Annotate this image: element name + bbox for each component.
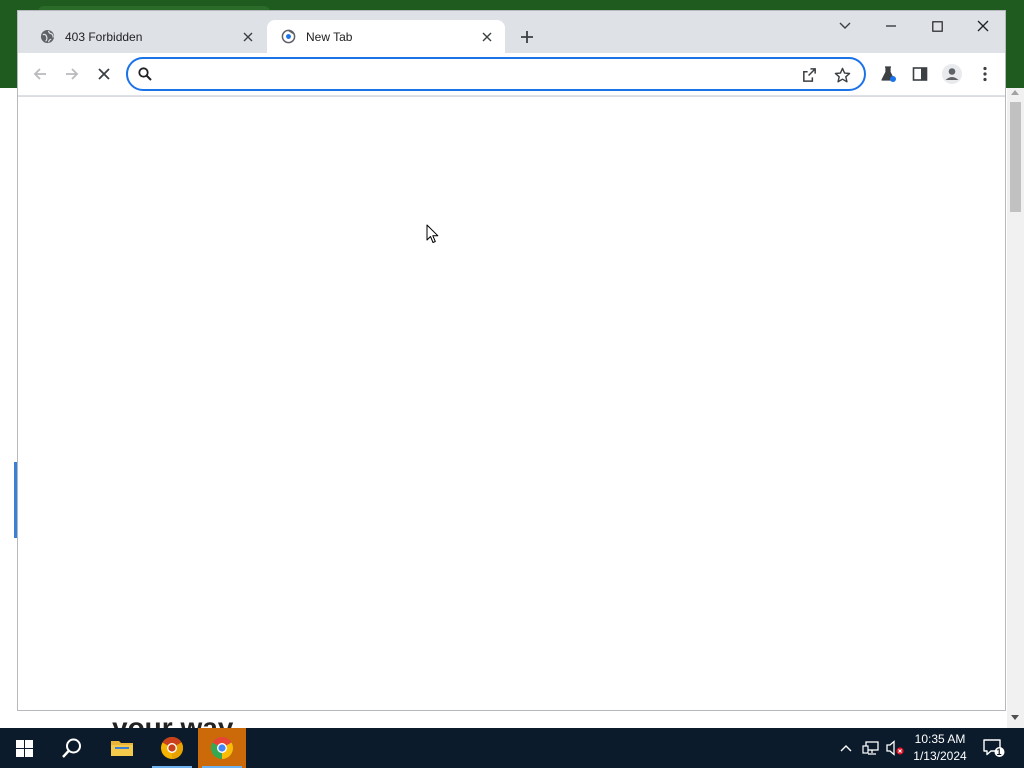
volume-muted-icon[interactable] xyxy=(884,728,906,768)
taskbar-chrome[interactable] xyxy=(198,728,246,768)
show-hidden-icons-button[interactable] xyxy=(836,728,856,768)
clock-time: 10:35 AM xyxy=(914,732,966,746)
action-center-button[interactable]: 1 xyxy=(980,728,1008,768)
chrome-canary-icon xyxy=(161,737,183,759)
notification-badge: 1 xyxy=(996,747,1002,757)
start-button[interactable] xyxy=(0,728,48,768)
share-icon[interactable] xyxy=(798,64,820,86)
taskbar-file-explorer[interactable] xyxy=(98,728,146,768)
bookmark-star-icon[interactable] xyxy=(831,64,853,86)
tab-403-forbidden[interactable]: 403 Forbidden xyxy=(26,20,266,53)
maximize-button[interactable] xyxy=(914,11,960,41)
address-bar[interactable] xyxy=(126,57,866,91)
new-tab-button[interactable] xyxy=(516,26,538,48)
tab-strip: 403 Forbidden New Tab xyxy=(18,11,1005,53)
background-page-left-edge xyxy=(0,88,18,728)
scrollbar-thumb[interactable] xyxy=(1010,102,1021,212)
scroll-down-arrow-icon[interactable] xyxy=(1011,715,1019,720)
tab-search-button[interactable] xyxy=(822,11,868,41)
browser-window: 403 Forbidden New Tab xyxy=(17,10,1006,711)
search-icon xyxy=(62,738,81,758)
tab-title: 403 Forbidden xyxy=(65,29,143,44)
browser-toolbar xyxy=(18,53,1005,95)
network-icon[interactable] xyxy=(860,728,882,768)
close-tab-icon[interactable] xyxy=(240,29,256,45)
address-input[interactable] xyxy=(162,63,786,87)
forward-button[interactable] xyxy=(60,62,84,86)
scroll-up-arrow-icon[interactable] xyxy=(1011,90,1019,95)
windows-logo-icon xyxy=(15,739,33,757)
profile-avatar-icon[interactable] xyxy=(940,62,964,86)
page-scrollbar[interactable] xyxy=(1007,88,1024,728)
chrome-newtab-icon xyxy=(280,29,296,45)
close-window-button[interactable] xyxy=(960,11,1006,41)
clock-date: 1/13/2024 xyxy=(913,749,967,763)
chevron-up-icon xyxy=(840,745,852,752)
stop-loading-button[interactable] xyxy=(92,62,116,86)
tab-new-tab[interactable]: New Tab xyxy=(267,20,505,53)
tab-title: New Tab xyxy=(306,29,353,44)
labs-flask-icon[interactable] xyxy=(876,62,900,86)
chrome-icon xyxy=(211,737,233,759)
back-button[interactable] xyxy=(28,62,52,86)
folder-icon xyxy=(111,741,133,756)
menu-kebab-icon[interactable] xyxy=(973,62,997,86)
background-page-bottom: your way xyxy=(0,710,1024,728)
taskbar-chrome-canary[interactable] xyxy=(148,728,196,768)
side-panel-icon[interactable] xyxy=(908,62,932,86)
close-tab-icon[interactable] xyxy=(479,29,495,45)
globe-icon xyxy=(39,29,55,45)
page-content[interactable] xyxy=(18,96,1005,710)
mouse-cursor-icon xyxy=(426,224,439,243)
background-page-heading: your way xyxy=(112,712,234,729)
taskbar-search-button[interactable] xyxy=(48,728,96,768)
minimize-button[interactable] xyxy=(868,11,914,41)
taskbar: 10:35 AM 1/13/2024 1 xyxy=(0,728,1024,768)
taskbar-clock[interactable]: 10:35 AM 1/13/2024 xyxy=(906,731,974,765)
search-icon xyxy=(138,67,152,81)
